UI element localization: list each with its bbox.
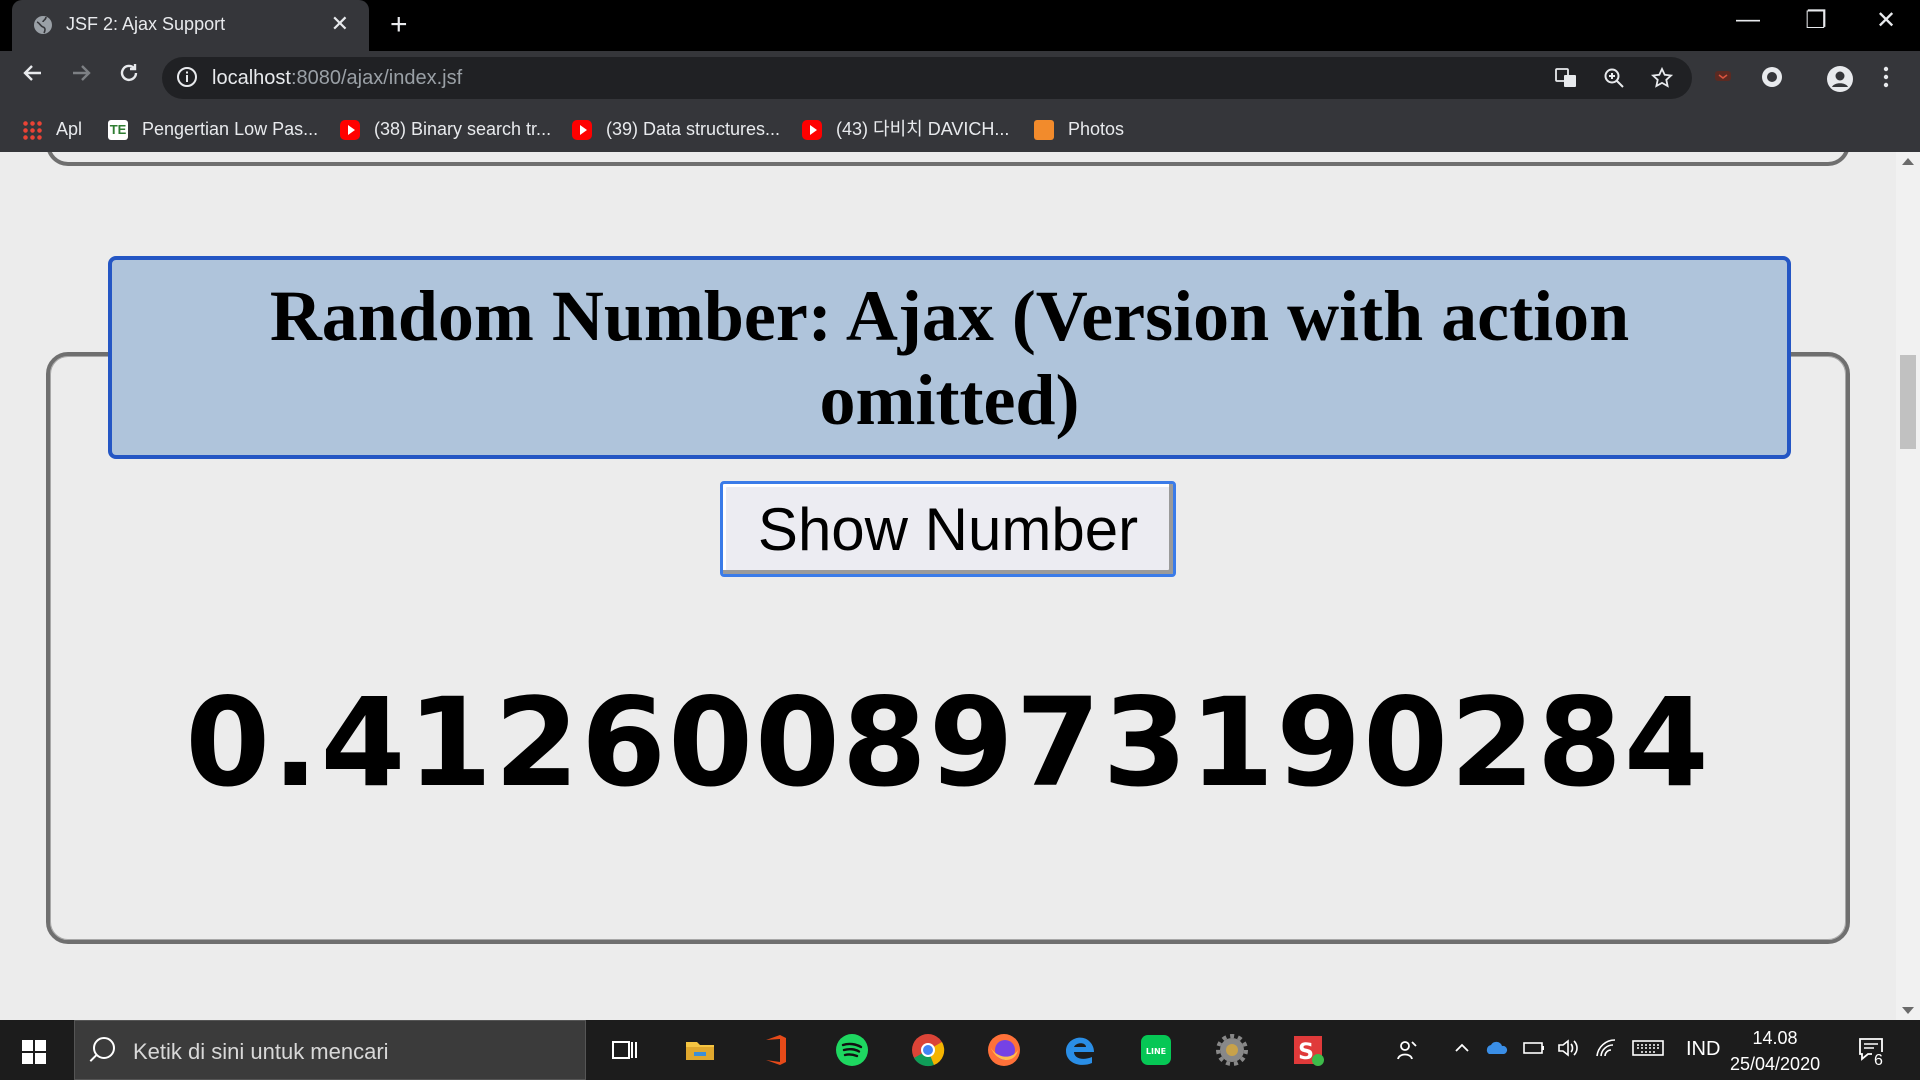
close-window-button[interactable]: ✕ [1866,6,1906,35]
youtube-icon [572,120,592,141]
star-icon[interactable] [1650,66,1674,90]
restore-button[interactable]: ❐ [1796,6,1836,35]
bookmark-photos[interactable]: Photos [1034,115,1124,143]
task-view-icon[interactable] [604,1030,644,1070]
battery-icon[interactable] [1522,1038,1546,1058]
back-button[interactable] [16,61,50,92]
windows-taskbar: Ketik di sini untuk mencari LINE S IND 1… [0,1020,1920,1080]
clock-time: 14.08 [1752,1028,1798,1048]
wifi-icon[interactable] [1594,1038,1618,1058]
svg-text:S: S [1298,1040,1314,1065]
search-placeholder: Ketik di sini untuk mencari [133,1039,389,1064]
scroll-up-arrow-icon[interactable] [1902,158,1914,165]
te-site-icon: TE [108,120,128,141]
bookmark-apps[interactable]: Apl [22,115,82,143]
extension-icon[interactable] [1712,65,1734,87]
bookmark-binary-search[interactable]: (38) Binary search tr... [340,115,551,143]
address-bar[interactable]: localhost:8080/ajax/index.jsf [162,57,1692,99]
globe-icon [34,16,52,34]
forward-button[interactable] [64,61,98,92]
office-icon[interactable] [756,1030,796,1070]
new-tab-button[interactable]: + [390,8,408,42]
volume-icon[interactable] [1556,1038,1580,1058]
firefox-icon[interactable] [984,1030,1024,1070]
apps-grid-icon [22,120,42,141]
tab-close-icon[interactable]: ✕ [331,11,349,37]
windows-start-icon[interactable] [22,1040,46,1064]
minimize-button[interactable]: — [1728,6,1768,34]
chevron-up-icon[interactable] [1452,1038,1472,1058]
line-app-icon[interactable]: LINE [1136,1030,1176,1070]
url-text[interactable]: localhost:8080/ajax/index.jsf [212,67,462,90]
clock-date: 25/04/2020 [1730,1054,1821,1074]
edge-icon[interactable] [1060,1030,1100,1070]
url-host: localhost [212,67,291,89]
url-path: :8080/ajax/index.jsf [290,67,463,89]
chrome-icon[interactable] [908,1030,948,1070]
bookmark-label: (43) 다비치 DAVICH... [836,119,1010,139]
scroll-down-arrow-icon[interactable] [1902,1007,1914,1014]
photos-icon [1034,120,1054,141]
page-viewport: Random Number: Ajax (Version with action… [0,152,1896,1020]
bookmark-label: (39) Data structures... [606,119,781,139]
browser-toolbar: localhost:8080/ajax/index.jsf [0,51,1920,107]
translate-icon[interactable] [1554,66,1578,90]
bookmark-data-structures[interactable]: (39) Data structures... [572,115,780,143]
extension-circle-icon[interactable] [1760,65,1784,89]
info-icon[interactable] [176,66,198,88]
tab-strip: JSF 2: Ajax Support ✕ + — ❐ ✕ [0,0,1920,51]
bookmark-label: Pengertian Low Pas... [142,119,319,139]
title-box: Random Number: Ajax (Version with action… [108,256,1791,459]
scroll-thumb[interactable] [1900,355,1916,449]
youtube-icon [802,120,822,141]
reload-icon [120,64,138,82]
browser-tab[interactable]: JSF 2: Ajax Support ✕ [12,0,369,51]
bookmark-label: Apl [56,119,83,139]
search-icon [93,1037,115,1059]
menu-kebab-icon[interactable] [1878,65,1894,89]
vertical-scrollbar[interactable] [1896,152,1920,1020]
tab-title: JSF 2: Ajax Support [66,14,226,34]
onedrive-icon[interactable] [1484,1038,1510,1058]
zoom-icon[interactable] [1602,66,1626,90]
bookmarks-bar: Apl TE Pengertian Low Pas... (38) Binary … [0,107,1920,152]
language-indicator[interactable]: IND [1686,1038,1720,1061]
show-number-button[interactable]: Show Number [720,481,1176,577]
random-number-result: 0.41260089731902​84 [185,672,1711,814]
taskbar-search[interactable]: Ketik di sini untuk mencari [74,1020,586,1080]
notification-center[interactable]: 6 [1856,1034,1896,1074]
previous-panel-border [46,152,1850,166]
s-app-icon[interactable]: S [1288,1030,1328,1070]
spotify-icon[interactable] [832,1030,872,1070]
notification-badge: 6 [1872,1052,1885,1070]
page-title: Random Number: Ajax (Version with action… [269,275,1630,440]
settings-gear-icon[interactable] [1212,1030,1252,1070]
svg-text:LINE: LINE [1146,1047,1166,1056]
bookmark-label: (38) Binary search tr... [374,119,552,139]
clock[interactable]: 14.08 25/04/2020 [1730,1025,1820,1077]
bookmark-pengertian[interactable]: TE Pengertian Low Pas... [108,115,318,143]
profile-icon[interactable] [1826,65,1854,93]
youtube-icon [340,120,360,141]
reload-button[interactable] [112,61,146,92]
bookmark-label: Photos [1068,119,1125,139]
file-explorer-icon[interactable] [680,1030,720,1070]
keyboard-icon[interactable] [1632,1038,1664,1058]
bookmark-davichi[interactable]: (43) 다비치 DAVICH... [802,115,1009,143]
people-icon[interactable] [1396,1038,1420,1062]
arrow-right-icon [73,65,91,81]
arrow-left-icon [23,65,41,81]
